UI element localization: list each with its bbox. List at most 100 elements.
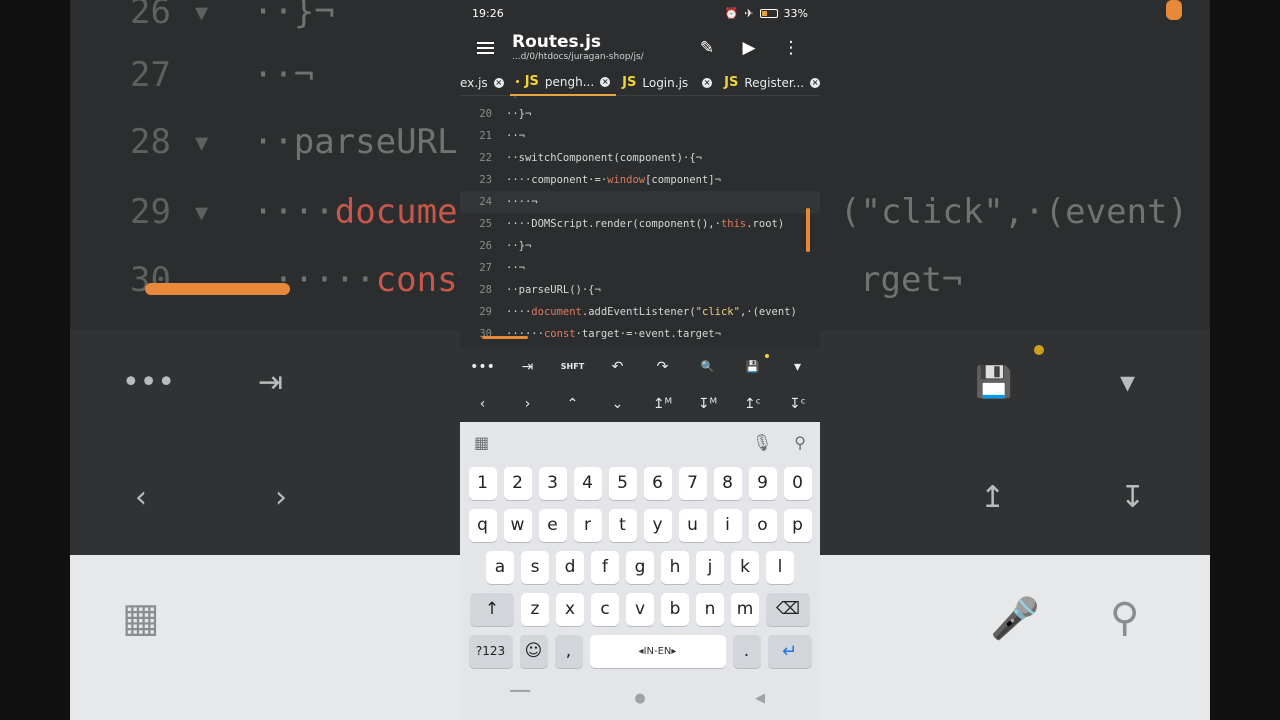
key-q[interactable]: q <box>468 508 497 542</box>
more-vert-icon[interactable]: ⋮ <box>770 38 812 58</box>
code-text: .addEventListener( <box>581 306 696 318</box>
key-c[interactable]: c <box>591 592 619 626</box>
key-2[interactable]: 2 <box>503 466 532 500</box>
key-g[interactable]: g <box>626 550 654 584</box>
tab-login[interactable]: JS Login.js × <box>616 70 718 96</box>
space-key[interactable]: ◂ IN-EN ▸ <box>589 634 726 668</box>
key-z[interactable]: z <box>521 592 549 626</box>
key-u[interactable]: u <box>678 508 707 542</box>
airplane-icon: ✈ <box>744 6 754 20</box>
close-icon[interactable]: × <box>600 76 611 87</box>
backspace-key[interactable]: ⌫ <box>766 592 810 626</box>
home-nav-icon[interactable]: ● <box>610 691 670 706</box>
bg-dot <box>1034 345 1044 355</box>
code-text: ··parseURL()·{¬ <box>506 284 601 296</box>
line-number: 24 <box>479 196 492 208</box>
key-t[interactable]: t <box>608 508 637 542</box>
tab-index[interactable]: ex.js × <box>460 70 510 96</box>
back-nav-icon[interactable]: ◀ <box>730 691 790 706</box>
search-icon[interactable]: 🔍 <box>688 360 728 373</box>
undo-icon[interactable]: ↶ <box>598 359 638 375</box>
symbols-key[interactable]: ?123 <box>468 634 513 668</box>
tab-register[interactable]: JS Register... × <box>718 70 820 96</box>
comma-key[interactable]: , <box>554 634 583 668</box>
key-9[interactable]: 9 <box>748 466 777 500</box>
microphone-icon[interactable]: 🎙 <box>752 433 772 452</box>
tab-key-icon[interactable]: ⇥ <box>508 359 548 375</box>
arrow-down-icon[interactable]: ⌄ <box>598 396 638 412</box>
hamburger-icon[interactable] <box>468 31 502 65</box>
key-e[interactable]: e <box>538 508 567 542</box>
key-a[interactable]: a <box>486 550 514 584</box>
code-line-current: 24 ····¬ <box>460 191 820 213</box>
code-line: 29 ····document.addEventListener("click",… <box>460 301 820 323</box>
horizontal-scrollbar[interactable] <box>482 336 528 339</box>
save-icon[interactable]: 💾 <box>733 360 773 373</box>
key-b[interactable]: b <box>661 592 689 626</box>
vertical-scrollbar[interactable] <box>806 208 810 252</box>
arrow-up-icon[interactable]: ⌃ <box>553 396 593 412</box>
space-label: IN-EN <box>643 645 672 657</box>
search-icon[interactable]: ⚲ <box>794 433 806 452</box>
play-icon[interactable]: ▶ <box>728 38 770 58</box>
key-8[interactable]: 8 <box>713 466 742 500</box>
enter-key[interactable]: ↵ <box>767 634 812 668</box>
period-key[interactable]: . <box>732 634 761 668</box>
key-y[interactable]: y <box>643 508 672 542</box>
key-4[interactable]: 4 <box>573 466 602 500</box>
line-number: 28 <box>479 284 492 296</box>
menu-nav-icon[interactable]: ▔▔ <box>490 691 550 706</box>
more-keys-icon[interactable]: ••• <box>463 359 503 375</box>
emoji-key[interactable]: ☺ <box>519 634 548 668</box>
key-3[interactable]: 3 <box>538 466 567 500</box>
pencil-icon[interactable]: ✎ <box>686 38 728 58</box>
code-keyword: window <box>607 174 646 186</box>
chevron-down-icon[interactable]: ▾ <box>778 359 818 375</box>
key-l[interactable]: l <box>766 550 794 584</box>
key-0[interactable]: 0 <box>783 466 812 500</box>
code-text: ····component·=· <box>506 174 608 186</box>
code-editor[interactable]: ·} 20 ··}¬ 21 ··¬ 22 ··switchComponent(comp… <box>460 96 820 346</box>
key-d[interactable]: d <box>556 550 584 584</box>
key-v[interactable]: v <box>626 592 654 626</box>
bg-scroll <box>145 283 290 295</box>
key-5[interactable]: 5 <box>608 466 637 500</box>
move-line-down-icon[interactable]: ↧ᴹ <box>688 396 728 412</box>
toolbar-row-2: ‹ › ⌃ ⌄ ↥ᴹ ↧ᴹ ↥ᶜ ↧ᶜ <box>460 385 820 422</box>
key-i[interactable]: i <box>713 508 742 542</box>
key-o[interactable]: o <box>748 508 777 542</box>
key-h[interactable]: h <box>661 550 689 584</box>
key-7[interactable]: 7 <box>678 466 707 500</box>
code-text: ···· <box>506 306 532 318</box>
keyboard-row-numbers: 1234567890 <box>460 462 820 504</box>
key-w[interactable]: w <box>503 508 532 542</box>
key-n[interactable]: n <box>696 592 724 626</box>
move-line-up-icon[interactable]: ↥ᴹ <box>643 396 683 412</box>
arrow-right-icon[interactable]: › <box>508 396 548 412</box>
key-s[interactable]: s <box>521 550 549 584</box>
keyboard-row-3: ↑ zxcvbnm ⌫ <box>460 588 820 630</box>
copy-line-down-icon[interactable]: ↧ᶜ <box>778 396 818 412</box>
key-p[interactable]: p <box>783 508 812 542</box>
tab-active[interactable]: JS pengh... × <box>509 70 617 96</box>
copy-line-up-icon[interactable]: ↥ᶜ <box>733 396 773 412</box>
key-m[interactable]: m <box>731 592 759 626</box>
key-x[interactable]: x <box>556 592 584 626</box>
key-1[interactable]: 1 <box>468 466 497 500</box>
code-line: 27 ··¬ <box>460 257 820 279</box>
close-icon[interactable]: × <box>493 77 504 88</box>
key-j[interactable]: j <box>696 550 724 584</box>
arrow-left-icon[interactable]: ‹ <box>463 396 503 412</box>
redo-icon[interactable]: ↷ <box>643 359 683 375</box>
key-f[interactable]: f <box>591 550 619 584</box>
bg-icon: › <box>275 480 287 515</box>
key-r[interactable]: r <box>573 508 602 542</box>
close-icon[interactable]: × <box>702 77 713 88</box>
close-icon[interactable]: × <box>810 77 820 88</box>
apps-grid-icon[interactable]: ▦ <box>474 433 489 452</box>
key-k[interactable]: k <box>731 550 759 584</box>
shift-key[interactable]: ↑ <box>470 592 514 626</box>
key-6[interactable]: 6 <box>643 466 672 500</box>
bg-line: 28 ▾ ··parseURL <box>130 122 458 162</box>
shift-key-icon[interactable]: SHFT <box>553 362 593 371</box>
